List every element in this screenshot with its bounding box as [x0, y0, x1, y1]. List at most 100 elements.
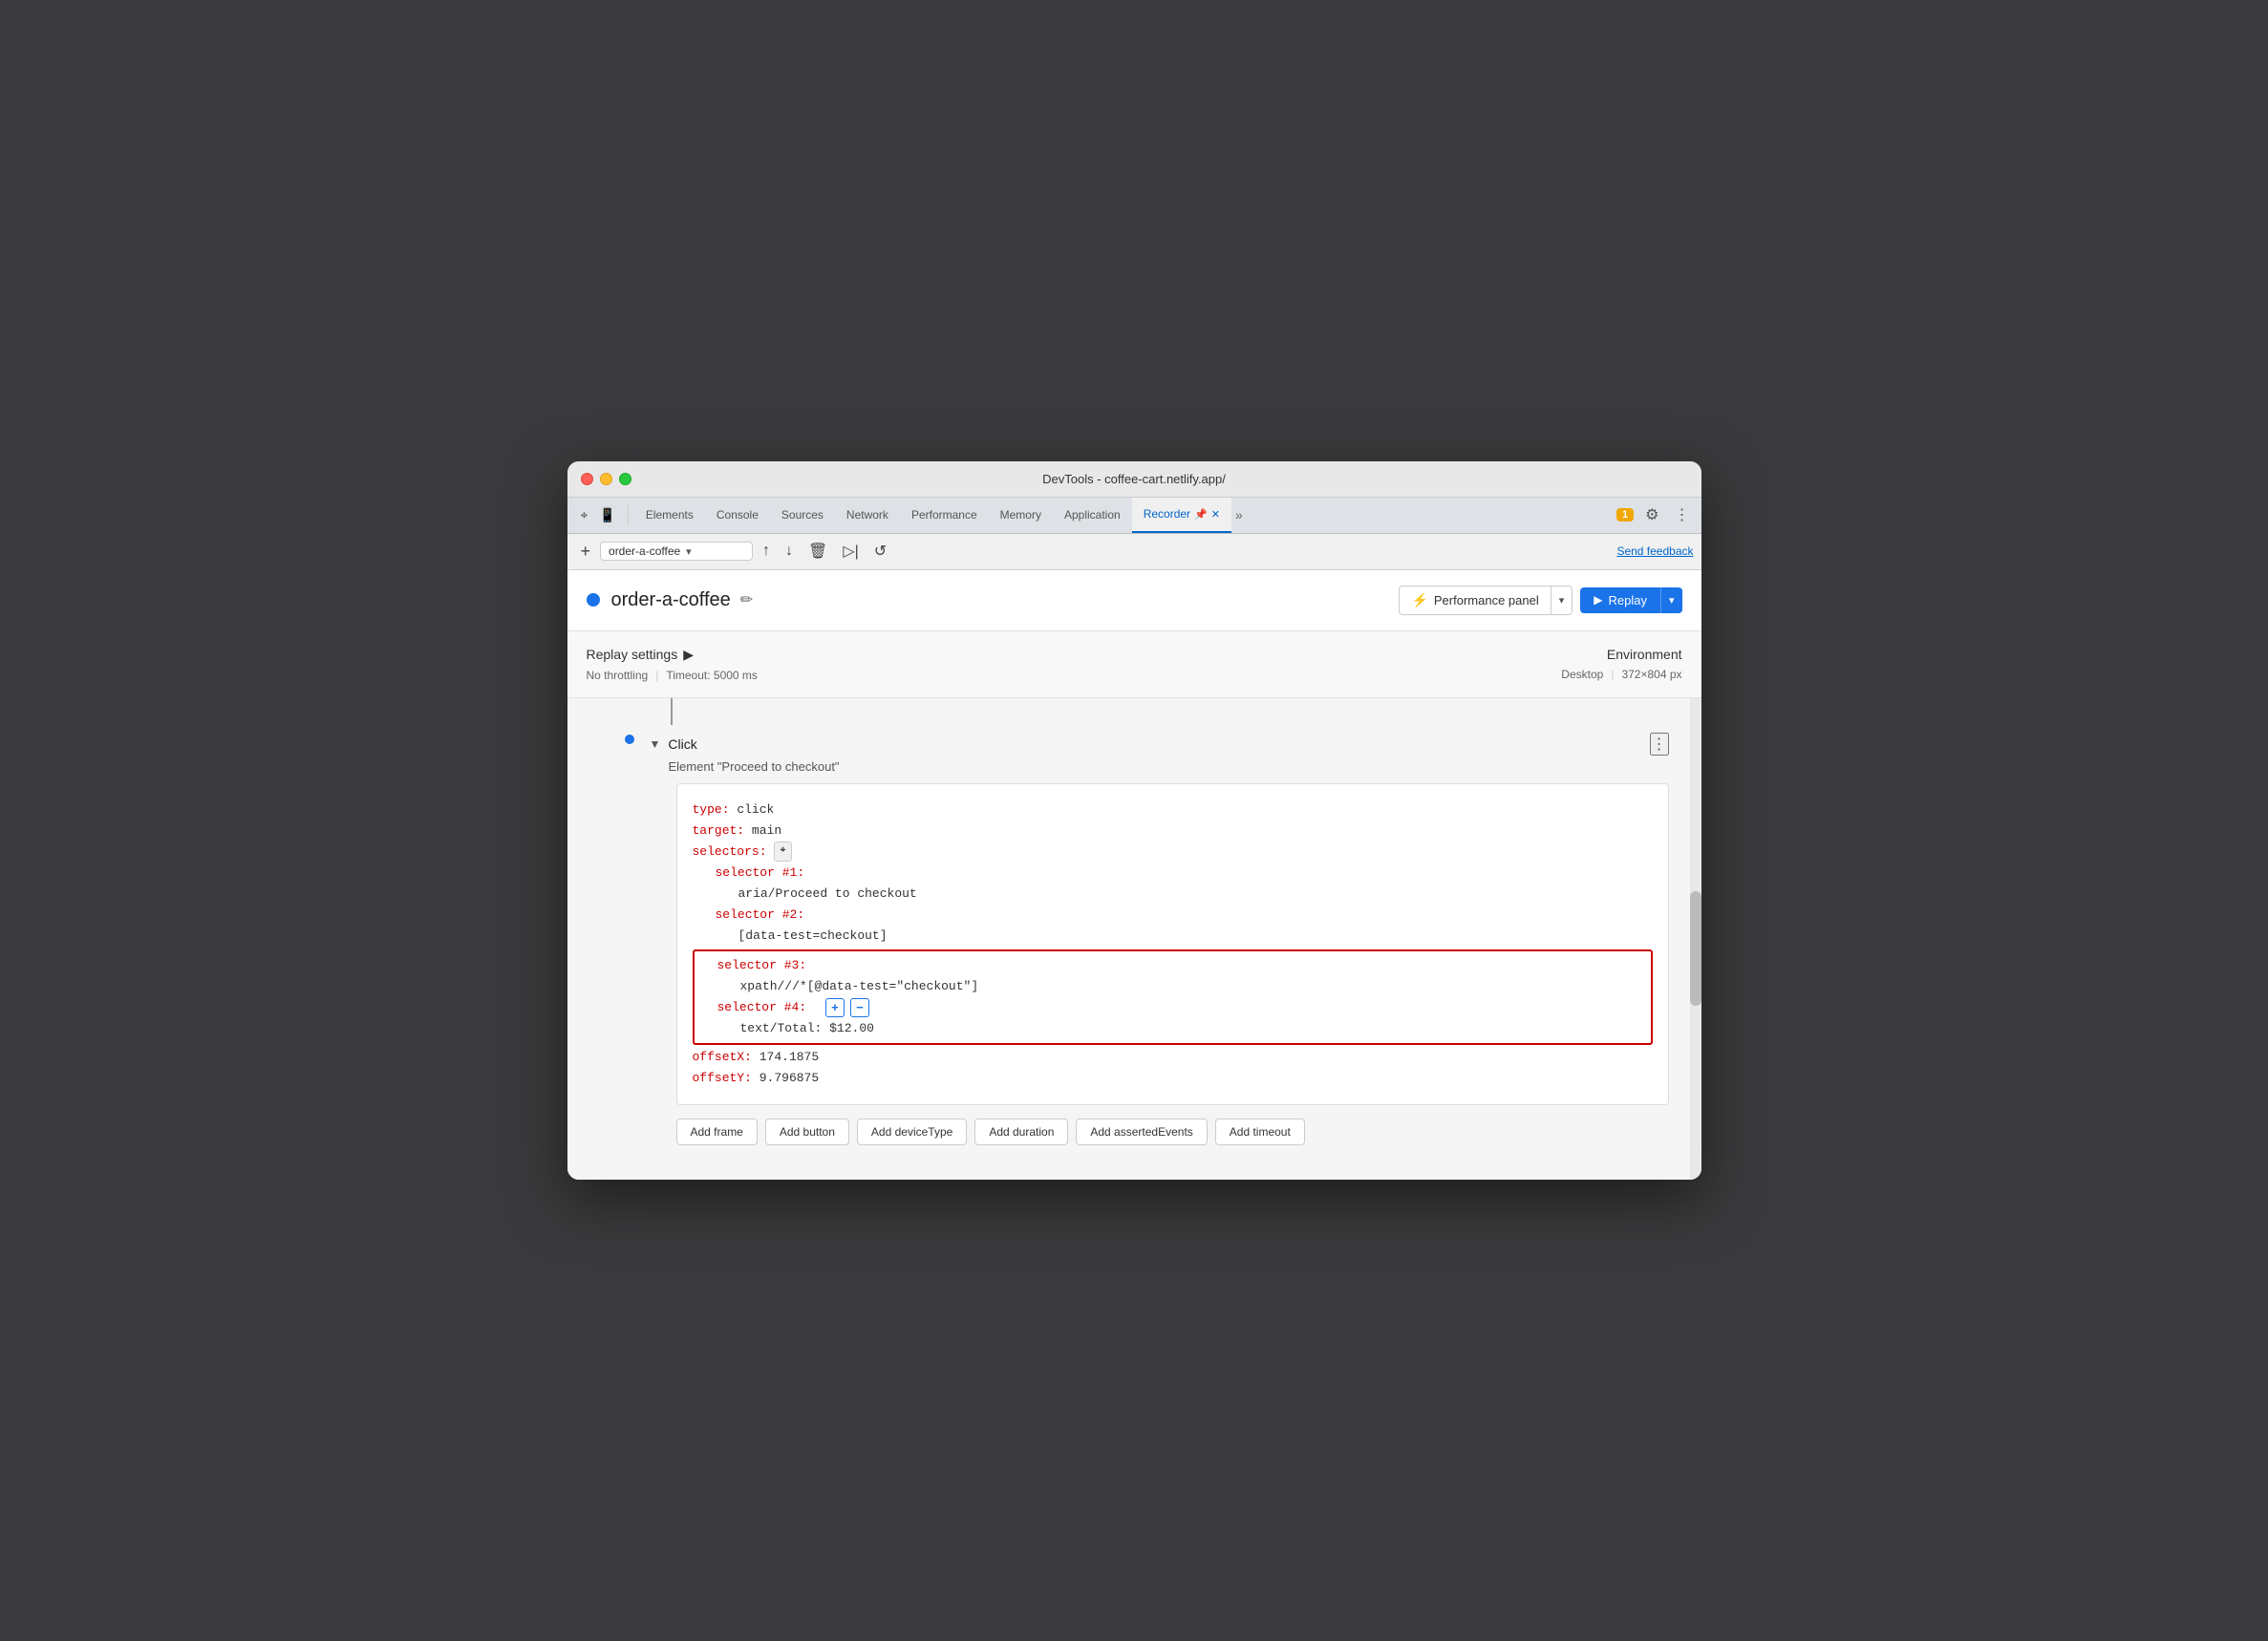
step-dot-column	[625, 735, 634, 744]
more-options-icon[interactable]: ⋮	[1671, 503, 1694, 526]
tab-sources[interactable]: Sources	[770, 498, 835, 533]
add-assertedevents-btn[interactable]: Add assertedEvents	[1076, 1119, 1207, 1145]
connector-line	[671, 698, 673, 725]
replay-btn[interactable]: ▶ Replay ▾	[1580, 587, 1681, 613]
main-content: order-a-coffee ✏ ⚡ Performance panel ▾ ▶…	[567, 570, 1701, 1180]
code-offsetx-key: offsetX:	[693, 1047, 752, 1068]
recording-status-dot	[587, 593, 600, 607]
code-selector3-val-line: xpath///*[@data-test="checkout"]	[702, 976, 1643, 997]
code-selector2-val: [data-test=checkout]	[738, 926, 888, 947]
code-selector1-line: selector #1:	[693, 863, 1653, 884]
window-title: DevTools - coffee-cart.netlify.app/	[1042, 472, 1226, 486]
performance-panel-btn[interactable]: ⚡ Performance panel ▾	[1399, 586, 1573, 615]
add-duration-btn[interactable]: Add duration	[974, 1119, 1068, 1145]
selector4-remove-btn[interactable]: −	[850, 998, 869, 1017]
tab-elements[interactable]: Elements	[634, 498, 705, 533]
steps-container: ▼ Click ⋮ Element "Proceed to checkout" …	[567, 698, 1701, 1180]
code-target-key: target:	[693, 820, 745, 842]
code-selector2-val-line: [data-test=checkout]	[693, 926, 1653, 947]
code-selector3-key: selector #3:	[717, 955, 807, 976]
replay-play-icon: ▶	[1594, 593, 1602, 607]
more-tabs-icon[interactable]: »	[1235, 507, 1243, 522]
code-selector4-key: selector #4:	[717, 997, 807, 1018]
code-selector4-line: selector #4: + −	[702, 997, 1643, 1018]
step-body: ▼ Click ⋮ Element "Proceed to checkout" …	[650, 725, 1669, 1161]
recording-selector[interactable]: order-a-coffee ▾	[600, 542, 753, 561]
step-title-row: ▼ Click ⋮	[650, 725, 1669, 759]
maximize-button[interactable]	[619, 473, 631, 485]
export-btn[interactable]: ↑	[757, 541, 776, 562]
code-target-line: target: main	[693, 820, 1653, 842]
tab-recorder[interactable]: Recorder 📌 ✕	[1132, 498, 1231, 533]
settings-icon[interactable]: ⚙	[1641, 503, 1662, 526]
close-button[interactable]	[581, 473, 593, 485]
step-collapse-icon[interactable]: ▼	[650, 737, 661, 751]
add-button-btn[interactable]: Add button	[765, 1119, 849, 1145]
tab-console[interactable]: Console	[705, 498, 770, 533]
perf-panel-dropdown-arrow[interactable]: ▾	[1551, 588, 1573, 612]
scrollbar-track[interactable]	[1690, 698, 1701, 1180]
step-connector-top	[567, 698, 1688, 725]
code-offsetx-val: 174.1875	[760, 1047, 819, 1068]
code-selectors-key: selectors:	[693, 842, 767, 863]
recorder-close-icon[interactable]: ✕	[1211, 508, 1220, 521]
code-type-key: type:	[693, 799, 730, 820]
env-dimensions: 372×804 px	[1621, 668, 1681, 681]
tab-application[interactable]: Application	[1053, 498, 1132, 533]
tab-network[interactable]: Network	[835, 498, 900, 533]
code-selector1-key: selector #1:	[716, 863, 805, 884]
settings-expand-icon: ▶	[683, 647, 694, 663]
code-selector3-val: xpath///*[@data-test="checkout"]	[740, 976, 979, 997]
add-frame-btn[interactable]: Add frame	[676, 1119, 758, 1145]
chevron-down-icon: ▾	[686, 545, 692, 558]
replay-settings-subtitle: No throttling | Timeout: 5000 ms	[587, 669, 758, 682]
tab-memory[interactable]: Memory	[989, 498, 1053, 533]
traffic-lights	[581, 473, 631, 485]
action-buttons-row: Add frame Add button Add deviceType Add …	[676, 1119, 1669, 1145]
environment-subtitle: Desktop | 372×804 px	[1561, 668, 1681, 681]
code-selector2-line: selector #2:	[693, 905, 1653, 926]
device-toggle-btn[interactable]: 📱	[593, 505, 621, 525]
code-selector1-val-line: aria/Proceed to checkout	[693, 884, 1653, 905]
new-recording-btn[interactable]: +	[575, 540, 597, 564]
tab-performance[interactable]: Performance	[900, 498, 989, 533]
recording-title: order-a-coffee	[611, 589, 731, 611]
replay-settings-title[interactable]: Replay settings ▶	[587, 647, 758, 663]
code-type-val: click	[737, 799, 774, 820]
replay-main: ▶ Replay	[1580, 587, 1661, 613]
code-selector2-key: selector #2:	[716, 905, 805, 926]
header-actions: ⚡ Performance panel ▾ ▶ Replay ▾	[1399, 586, 1681, 615]
import-btn[interactable]: ↓	[780, 541, 799, 562]
code-selector4-val-line: text/Total: $12.00	[702, 1018, 1643, 1039]
replay-dropdown-arrow[interactable]: ▾	[1661, 588, 1682, 612]
code-offsety-key: offsetY:	[693, 1068, 752, 1089]
cursor-tool-btn[interactable]: ⌖	[575, 505, 594, 525]
replay-settings-section: Replay settings ▶ No throttling | Timeou…	[567, 631, 1701, 698]
perf-panel-main: ⚡ Performance panel	[1400, 586, 1551, 614]
edit-title-icon[interactable]: ✏	[740, 590, 753, 609]
step-status-dot	[625, 735, 634, 744]
code-selector1-val: aria/Proceed to checkout	[738, 884, 917, 905]
selector4-add-btn[interactable]: +	[825, 998, 845, 1017]
play-step-btn[interactable]: ▷|	[837, 540, 864, 563]
add-devicetype-btn[interactable]: Add deviceType	[857, 1119, 967, 1145]
recording-name: order-a-coffee	[609, 544, 680, 558]
step-more-options-btn[interactable]: ⋮	[1650, 733, 1669, 756]
code-offsetx-line: offsetX: 174.1875	[693, 1047, 1653, 1068]
highlighted-selector-block: selector #3: xpath///*[@data-test="check…	[693, 949, 1653, 1045]
selector-tool-icon[interactable]: ⌖	[774, 842, 791, 862]
minimize-button[interactable]	[600, 473, 612, 485]
perf-panel-icon: ⚡	[1411, 592, 1427, 608]
code-offsety-line: offsetY: 9.796875	[693, 1068, 1653, 1089]
delete-btn[interactable]: 🗑	[802, 540, 833, 563]
env-type: Desktop	[1561, 668, 1603, 681]
code-selector4-val: text/Total: $12.00	[740, 1018, 874, 1039]
send-feedback-btn[interactable]: Send feedback	[1616, 544, 1693, 558]
replay-circular-btn[interactable]: ↺	[868, 540, 892, 563]
devtools-tab-bar: ⌖ 📱 Elements Console Sources Network Per…	[567, 498, 1701, 534]
throttling-label: No throttling	[587, 669, 649, 682]
add-timeout-btn[interactable]: Add timeout	[1215, 1119, 1305, 1145]
step-subtitle: Element "Proceed to checkout"	[650, 759, 1669, 774]
settings-right: Environment Desktop | 372×804 px	[1561, 647, 1681, 682]
scrollbar-thumb[interactable]	[1690, 891, 1701, 1006]
